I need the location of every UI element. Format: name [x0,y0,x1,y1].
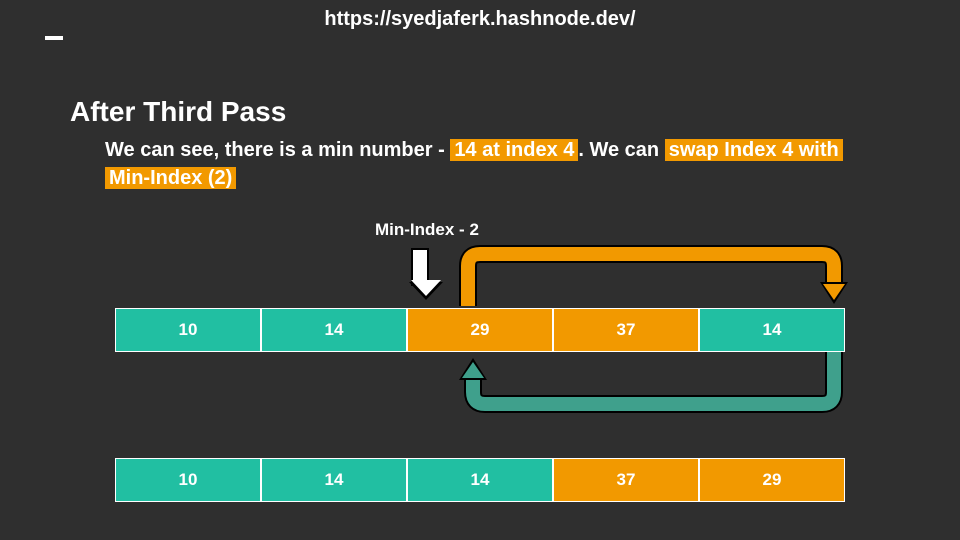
chip-min-index: Min-Index (2) [105,167,236,189]
array-before: 10 14 29 37 14 [115,308,845,352]
desc-mid: . We can [578,139,664,161]
cell-1: 14 [261,458,407,502]
swap-arrow-forward-icon [458,244,851,308]
swap-arrow-return-icon [455,352,848,416]
cell-2: 29 [407,308,553,352]
home-indicator [45,36,63,40]
array-after: 10 14 14 37 29 [115,458,845,502]
cell-3: 37 [553,458,699,502]
chip-swap: swap Index 4 with [665,139,843,161]
cell-2: 14 [407,458,553,502]
page-url: https://syedjaferk.hashnode.dev/ [0,8,960,31]
cell-4: 14 [699,308,845,352]
pointer-arrow-icon [411,248,429,286]
cell-4: 29 [699,458,845,502]
cell-3: 37 [553,308,699,352]
desc-pre: We can see, there is a min number - [105,139,450,161]
cell-0: 10 [115,458,261,502]
cell-1: 14 [261,308,407,352]
slide-title: After Third Pass [70,96,286,128]
min-index-label: Min-Index - 2 [375,220,479,240]
chip-min-found: 14 at index 4 [450,139,578,161]
cell-0: 10 [115,308,261,352]
slide-description: We can see, there is a min number - 14 a… [105,136,855,192]
